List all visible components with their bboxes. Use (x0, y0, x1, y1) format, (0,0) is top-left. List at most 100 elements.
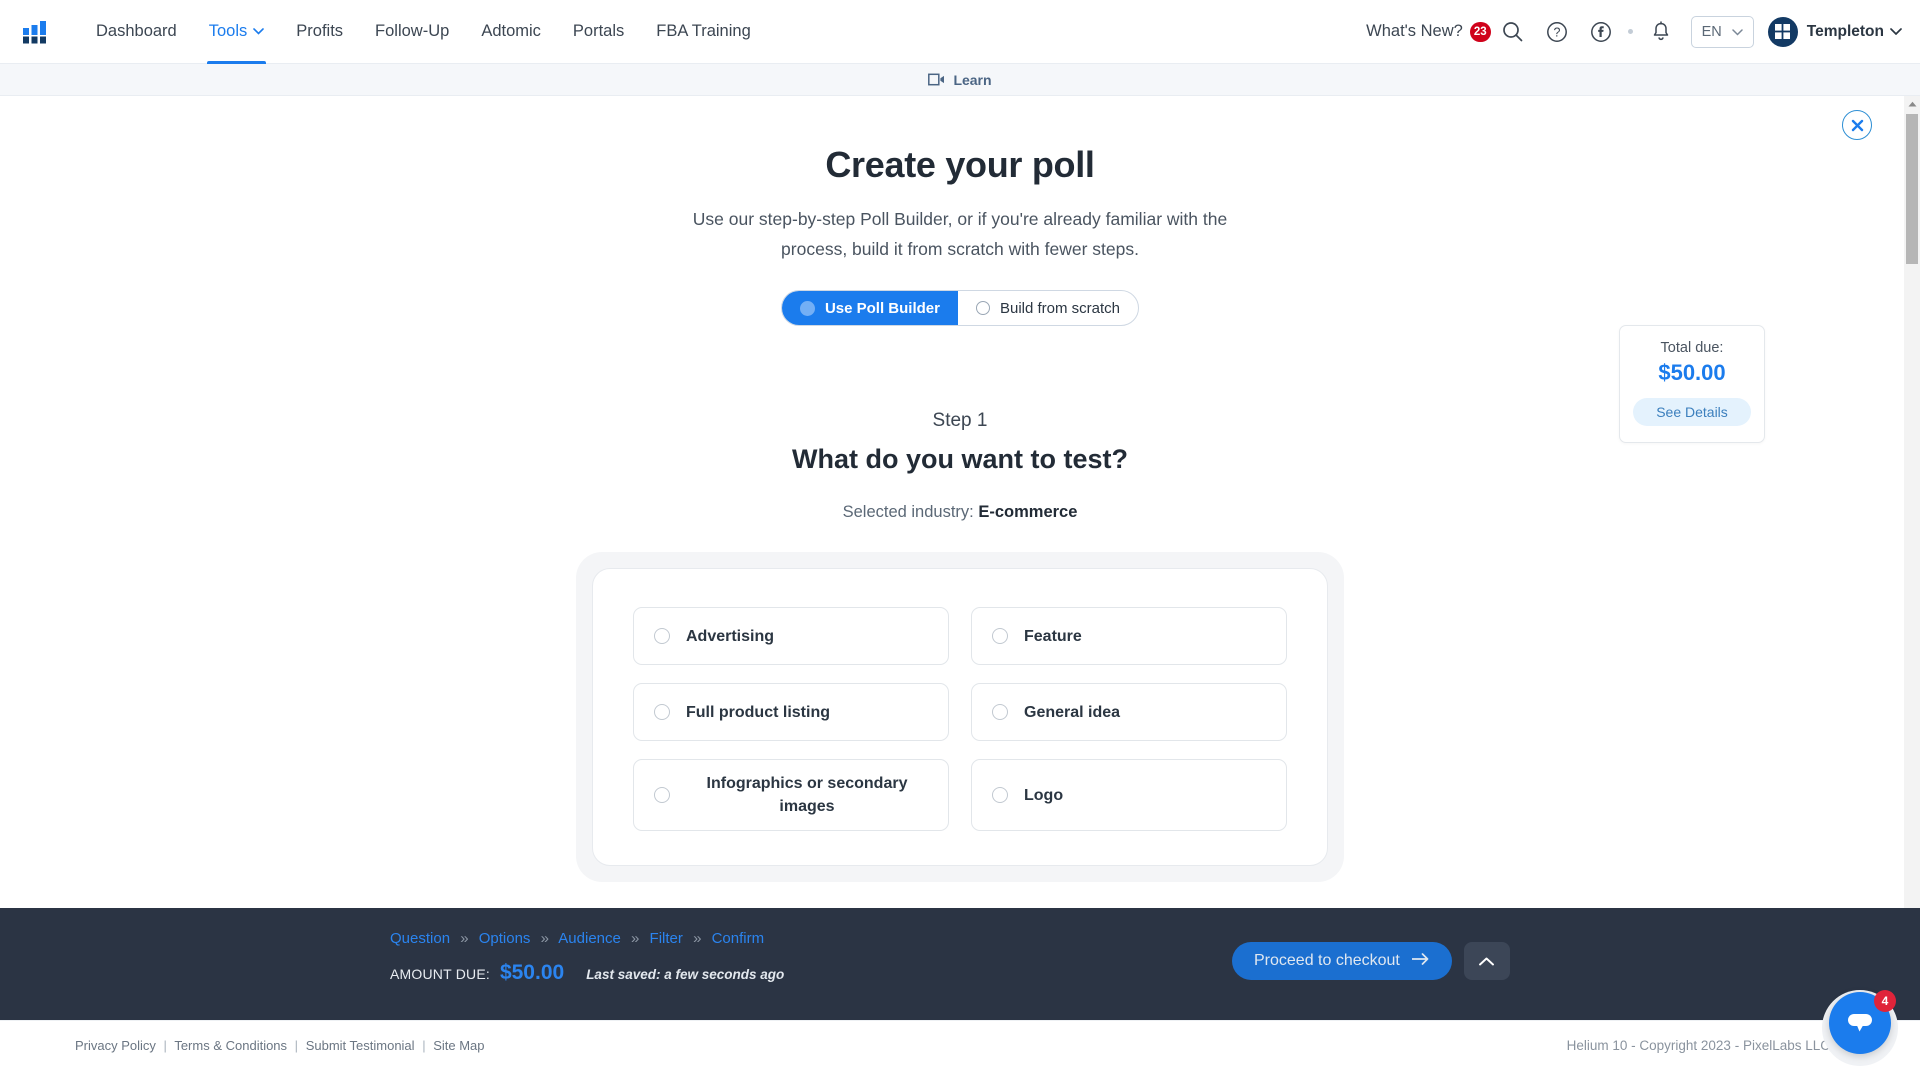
radio-icon (654, 787, 670, 803)
breadcrumb-audience[interactable]: Audience (558, 930, 621, 947)
footer-separator: | (294, 1038, 299, 1053)
language-selector[interactable]: EN (1690, 15, 1754, 48)
toggle-build-from-scratch[interactable]: Build from scratch (958, 291, 1138, 325)
nav-label: Portals (572, 22, 625, 40)
chat-unread-badge: 4 (1874, 990, 1896, 1012)
scrollbar-up-arrow[interactable] (1904, 96, 1920, 112)
selected-industry-value: E-commerce (978, 503, 1078, 521)
nav-label: Adtomic (481, 22, 541, 40)
learn-button[interactable]: Learn (928, 72, 992, 88)
chevron-up-icon (1479, 957, 1495, 965)
arrow-right-icon (1411, 952, 1430, 970)
bottom-action-bar: Question » Options » Audience » Filter »… (0, 908, 1920, 1020)
see-details-button[interactable]: See Details (1633, 398, 1751, 426)
nav-item-adtomic[interactable]: Adtomic (465, 0, 557, 64)
nav-label: FBA Training (656, 22, 751, 40)
option-full-product-listing[interactable]: Full product listing (633, 683, 949, 741)
app-page: Dashboard Tools Profits Follow-Up Adtomi… (0, 0, 1920, 1080)
collapse-bar-button[interactable] (1463, 942, 1510, 980)
radio-icon (992, 787, 1008, 803)
breadcrumb-separator: » (540, 930, 549, 947)
user-name-label: Templeton (1806, 22, 1884, 40)
question-mark-icon: ? (1546, 21, 1567, 42)
avatar (1767, 16, 1798, 47)
bottom-bar-left: Question » Options » Audience » Filter »… (390, 930, 784, 985)
breadcrumb-question[interactable]: Question (390, 930, 450, 947)
footer-link-site-map[interactable]: Site Map (433, 1038, 484, 1053)
last-saved-text: Last saved: a few seconds ago (586, 967, 785, 982)
radio-icon (992, 628, 1008, 644)
help-button[interactable]: ? (1535, 10, 1579, 54)
close-button[interactable] (1842, 110, 1872, 140)
search-button[interactable] (1491, 10, 1535, 54)
whats-new-button[interactable]: What's New? 23 (1366, 21, 1491, 42)
svg-text:?: ? (1553, 25, 1560, 39)
primary-nav-links: Dashboard Tools Profits Follow-Up Adtomi… (80, 0, 767, 64)
chat-bubble-icon (1848, 1014, 1872, 1032)
chevron-down-icon (1890, 28, 1902, 35)
option-feature[interactable]: Feature (971, 607, 1287, 665)
footer-links: Privacy Policy | Terms & Conditions | Su… (75, 1038, 485, 1053)
option-label: Feature (1024, 627, 1082, 645)
nav-item-fba-training[interactable]: FBA Training (640, 0, 766, 64)
page-footer: Privacy Policy | Terms & Conditions | Su… (0, 1020, 1920, 1080)
chevron-down-icon (253, 28, 265, 35)
radio-icon (992, 704, 1008, 720)
logo-container[interactable] (0, 20, 64, 44)
scrollbar-thumb[interactable] (1906, 114, 1918, 264)
footer-link-terms-conditions[interactable]: Terms & Conditions (174, 1038, 287, 1053)
selected-industry-prefix: Selected industry: (842, 503, 974, 521)
bottom-bar-actions: Proceed to checkout (1232, 942, 1510, 980)
nav-label: Follow-Up (375, 22, 450, 40)
option-label: Logo (1024, 786, 1064, 804)
nav-item-profits[interactable]: Profits (280, 0, 359, 64)
main-content-area: Create your poll Use our step-by-step Po… (0, 96, 1920, 908)
mode-toggle-group: Use Poll Builder Build from scratch (780, 290, 1140, 326)
nav-item-follow-up[interactable]: Follow-Up (359, 0, 465, 64)
option-label: General idea (1024, 703, 1121, 721)
option-infographics-or-secondary-images[interactable]: Infographics or secondary images (633, 759, 949, 831)
footer-link-submit-testimonial[interactable]: Submit Testimonial (306, 1038, 415, 1053)
page-scrollbar[interactable] (1904, 96, 1920, 908)
notifications-button[interactable] (1639, 10, 1683, 54)
checkout-label: Proceed to checkout (1254, 952, 1400, 969)
nav-label: Dashboard (96, 22, 177, 40)
nav-item-dashboard[interactable]: Dashboard (80, 0, 193, 64)
options-frame: Advertising Feature Full product listing (576, 552, 1344, 882)
chevron-down-icon (1732, 24, 1743, 40)
facebook-icon (1590, 21, 1611, 42)
option-logo[interactable]: Logo (971, 759, 1287, 831)
amount-due-label: AMOUNT DUE: (390, 966, 490, 982)
page-subtitle: Use our step-by-step Poll Builder, or if… (692, 209, 1228, 259)
breadcrumb-confirm[interactable]: Confirm (712, 930, 765, 947)
nav-item-tools[interactable]: Tools (193, 0, 281, 64)
proceed-to-checkout-button[interactable]: Proceed to checkout (1232, 942, 1452, 980)
nav-label: Tools (208, 22, 248, 40)
nav-label: Profits (296, 22, 344, 40)
option-advertising[interactable]: Advertising (633, 607, 949, 665)
facebook-button[interactable] (1579, 10, 1623, 54)
whats-new-label: What's New? (1366, 22, 1463, 40)
chevron-up-icon (1908, 101, 1916, 107)
option-general-idea[interactable]: General idea (971, 683, 1287, 741)
learn-bar: Learn (0, 64, 1920, 96)
footer-separator: | (422, 1038, 426, 1053)
close-icon (1851, 119, 1863, 131)
footer-link-privacy-policy[interactable]: Privacy Policy (75, 1038, 156, 1053)
breadcrumb-separator: » (631, 930, 640, 947)
language-value: EN (1701, 23, 1722, 40)
user-menu[interactable]: Templeton (1767, 16, 1902, 47)
breadcrumb-options[interactable]: Options (479, 930, 531, 947)
toggle-use-poll-builder[interactable]: Use Poll Builder (781, 291, 958, 325)
bell-icon (1653, 20, 1668, 40)
total-due-panel: Total due: $50.00 See Details (1619, 325, 1765, 443)
option-label: Advertising (686, 627, 775, 645)
search-icon (1503, 22, 1523, 42)
selected-industry: Selected industry: E-commerce (0, 503, 1920, 522)
nav-dot-separator (1623, 29, 1639, 34)
breadcrumb-separator: » (460, 930, 469, 947)
nav-item-portals[interactable]: Portals (557, 0, 640, 64)
footer-separator: | (163, 1038, 167, 1053)
breadcrumb-filter[interactable]: Filter (650, 930, 683, 947)
radio-icon (654, 704, 670, 720)
